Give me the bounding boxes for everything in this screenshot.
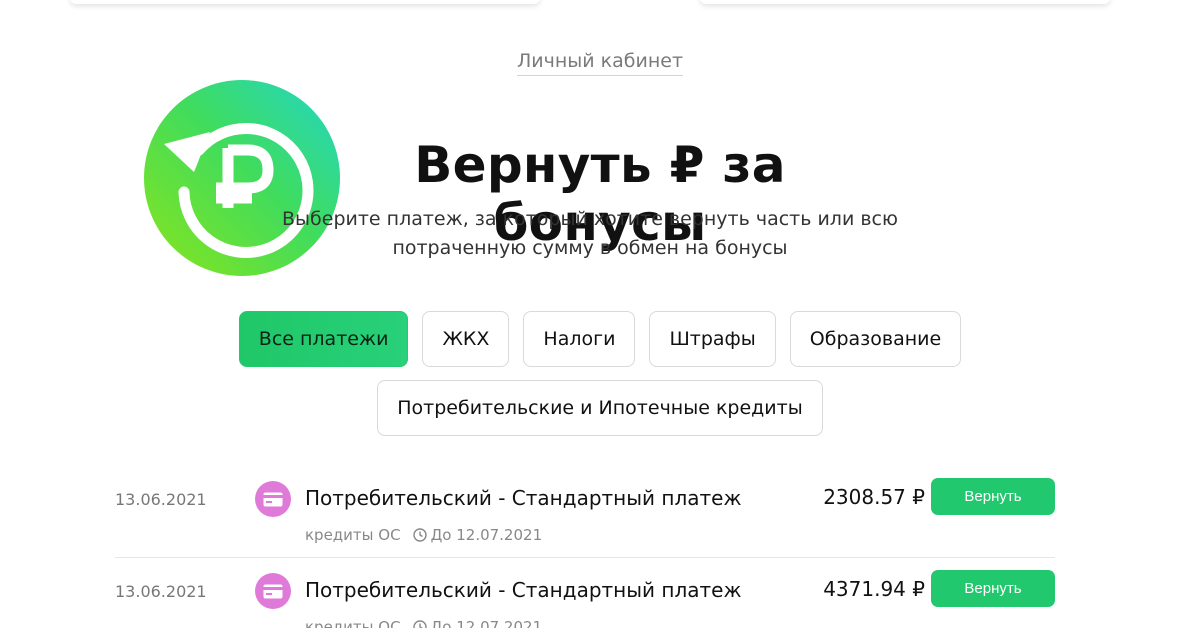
breadcrumb: Личный кабинет [0, 50, 1200, 76]
payment-deadline: До 12.07.2021 [430, 618, 543, 628]
filter-taxes[interactable]: Налоги [523, 311, 636, 367]
filter-all-payments[interactable]: Все платежи [238, 311, 409, 367]
subtitle-line-2: потраченную сумму в обмен на бонусы [392, 237, 788, 259]
payment-date: 13.06.2021 [115, 582, 207, 601]
page-subtitle: Выберите платеж, за который хотите верну… [260, 205, 920, 263]
filter-row: Потребительские и Ипотечные кредиты [0, 380, 1200, 436]
filter-row: Все платежи ЖКХ Налоги Штрафы Образовани… [0, 311, 1200, 367]
top-card-shadow [700, 0, 1110, 4]
payment-category: кредиты ОС [305, 526, 401, 544]
payment-title: Потребительский - Стандартный платеж [305, 486, 742, 510]
payments-list: 13.06.2021 Потребительский - Стандартный… [115, 470, 1055, 628]
payment-meta: кредиты ОС До 12.07.2021 [305, 526, 542, 544]
payment-filter-tabs: Все платежи ЖКХ Налоги Штрафы Образовани… [0, 311, 1200, 436]
credit-card-icon [255, 481, 291, 517]
credit-card-icon [255, 573, 291, 609]
payment-amount: 4371.94 ₽ [823, 577, 925, 601]
top-card-shadow [70, 0, 540, 4]
payment-title: Потребительский - Стандартный платеж [305, 578, 742, 602]
filter-education[interactable]: Образование [789, 311, 962, 367]
payment-meta: кредиты ОС До 12.07.2021 [305, 618, 542, 628]
filter-loans[interactable]: Потребительские и Ипотечные кредиты [377, 380, 823, 436]
clock-icon [412, 528, 427, 542]
payment-deadline: До 12.07.2021 [430, 526, 543, 544]
return-button[interactable]: Вернуть [931, 570, 1055, 607]
filter-utilities[interactable]: ЖКХ [422, 311, 510, 367]
clock-icon [412, 620, 427, 628]
return-button[interactable]: Вернуть [931, 478, 1055, 515]
payment-category: кредиты ОС [305, 618, 401, 628]
subtitle-line-1: Выберите платеж, за который хотите верну… [282, 208, 898, 230]
payment-date: 13.06.2021 [115, 490, 207, 509]
payment-row: 13.06.2021 Потребительский - Стандартный… [115, 562, 1055, 628]
breadcrumb-link-personal-account[interactable]: Личный кабинет [516, 50, 684, 76]
payment-amount: 2308.57 ₽ [823, 485, 925, 509]
payment-row: 13.06.2021 Потребительский - Стандартный… [115, 470, 1055, 558]
filter-fines[interactable]: Штрафы [649, 311, 776, 367]
